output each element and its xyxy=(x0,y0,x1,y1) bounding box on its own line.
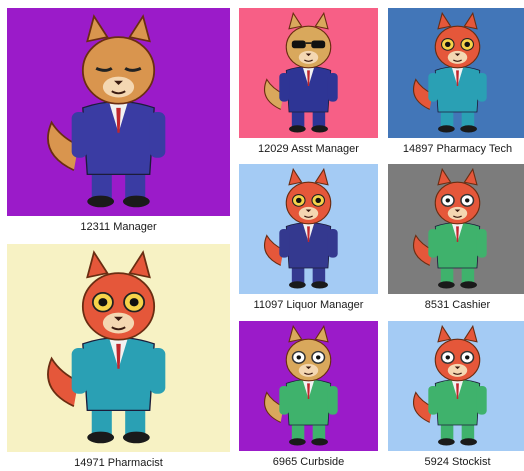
nft-card-pharmacy-tech[interactable]: 14897 Pharmacy Tech xyxy=(388,8,524,158)
card-caption: 5924 Stockist xyxy=(424,456,491,468)
card-caption: 11097 Liquor Manager xyxy=(253,299,364,311)
character-image[interactable] xyxy=(239,321,378,451)
cat-character-illustration xyxy=(239,8,378,138)
cat-character-illustration xyxy=(388,8,524,138)
cat-character-illustration xyxy=(239,321,378,451)
cat-character-illustration xyxy=(7,244,230,452)
nft-card-liquor-manager[interactable]: 11097 Liquor Manager xyxy=(239,164,378,314)
cat-character-illustration xyxy=(388,164,524,294)
card-caption: 8531 Cashier xyxy=(424,299,491,311)
card-caption: 6965 Curbside xyxy=(272,456,345,468)
character-image[interactable] xyxy=(388,321,524,451)
nft-card-cashier[interactable]: 8531 Cashier xyxy=(388,164,524,314)
cat-character-illustration xyxy=(239,164,378,294)
nft-card-stockist[interactable]: 5924 Stockist xyxy=(388,321,524,471)
character-image[interactable] xyxy=(7,244,230,452)
card-caption: 12029 Asst Manager xyxy=(258,143,359,155)
card-caption: 14971 Pharmacist xyxy=(74,457,163,469)
character-image[interactable] xyxy=(7,8,230,216)
cat-character-illustration xyxy=(388,321,524,451)
character-image[interactable] xyxy=(239,164,378,294)
nft-card-asst-manager[interactable]: 12029 Asst Manager xyxy=(239,8,378,158)
cat-character-illustration xyxy=(7,8,230,216)
nft-card-pharmacist[interactable]: 14971 Pharmacist xyxy=(7,244,230,469)
nft-card-manager[interactable]: 12311 Manager xyxy=(7,8,230,234)
character-image[interactable] xyxy=(388,164,524,294)
card-caption: 12311 Manager xyxy=(80,221,157,233)
nft-card-curbside[interactable]: 6965 Curbside xyxy=(239,321,378,471)
character-image[interactable] xyxy=(239,8,378,138)
character-image[interactable] xyxy=(388,8,524,138)
card-caption: 14897 Pharmacy Tech xyxy=(402,143,513,155)
